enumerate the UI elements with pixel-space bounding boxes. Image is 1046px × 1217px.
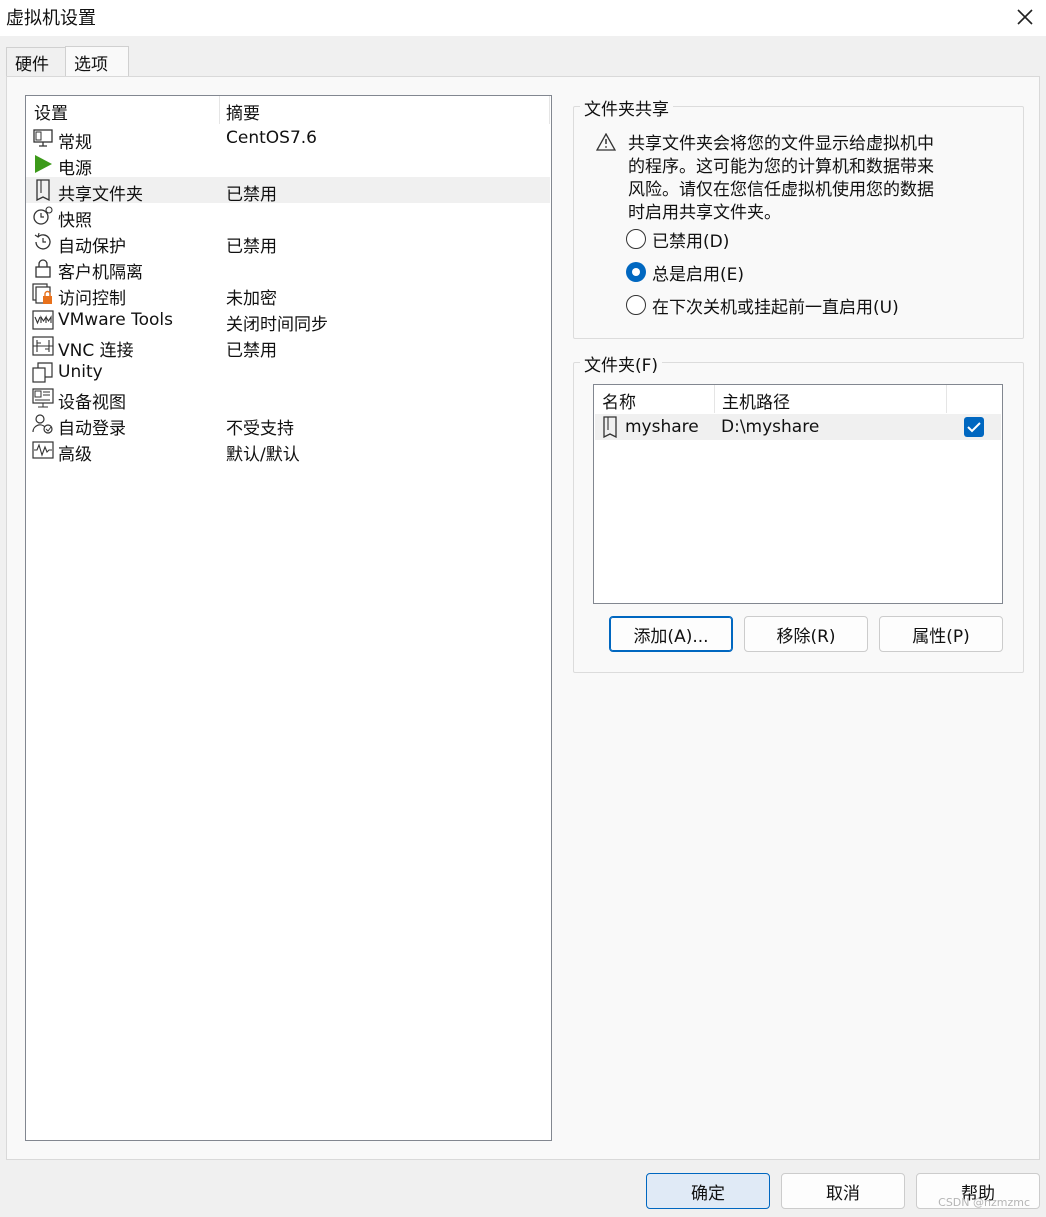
setting-label: 自动登录 bbox=[58, 419, 126, 439]
setting-label: VNC 连接 bbox=[58, 341, 134, 361]
setting-label: 常规 bbox=[58, 133, 92, 153]
cancel-button[interactable]: 取消 bbox=[781, 1173, 905, 1209]
radio-label: 在下次关机或挂起前一直启用(U) bbox=[652, 297, 899, 318]
snapshot-clock-icon bbox=[32, 205, 54, 227]
radio-always-enabled[interactable]: 总是启用(E) bbox=[626, 260, 745, 285]
radio-circle bbox=[626, 229, 646, 249]
setting-summary: 未加密 bbox=[226, 289, 277, 309]
radio-label: 总是启用(E) bbox=[652, 264, 745, 285]
unity-icon bbox=[32, 361, 54, 383]
folder-sharing-title: 文件夹共享 bbox=[580, 95, 673, 120]
autoprotect-clock-icon bbox=[32, 231, 54, 253]
setting-summary: 关闭时间同步 bbox=[226, 315, 328, 335]
settings-row-shared-folders[interactable]: 共享文件夹 已禁用 bbox=[26, 177, 550, 205]
setting-label: 访问控制 bbox=[58, 289, 126, 309]
autologin-users-icon bbox=[32, 413, 54, 435]
radio-disabled[interactable]: 已禁用(D) bbox=[626, 227, 730, 252]
options-panel: 设置 摘要 常规 CentOS7.6 电源 共享文件夹 已禁用 快照 自动保护 … bbox=[6, 76, 1040, 1160]
warning-icon bbox=[595, 132, 617, 156]
play-icon bbox=[32, 153, 54, 175]
lock-icon bbox=[32, 257, 54, 279]
settings-row-access-control[interactable]: 访问控制 未加密 bbox=[26, 281, 550, 309]
checkmark-icon bbox=[967, 422, 981, 433]
settings-row-advanced[interactable]: 高级 默认/默认 bbox=[26, 437, 550, 465]
window-title: 虚拟机设置 bbox=[6, 8, 96, 29]
advanced-waveform-icon bbox=[32, 439, 54, 461]
radio-label: 已禁用(D) bbox=[652, 231, 730, 252]
settings-row-unity[interactable]: Unity bbox=[26, 359, 550, 385]
remove-folder-button[interactable]: 移除(R) bbox=[744, 616, 868, 652]
setting-label: 电源 bbox=[58, 159, 92, 179]
setting-summary: 不受支持 bbox=[226, 419, 294, 439]
settings-list[interactable]: 设置 摘要 常规 CentOS7.6 电源 共享文件夹 已禁用 快照 自动保护 … bbox=[25, 95, 552, 1141]
column-header-host-path[interactable]: 主机路径 bbox=[722, 388, 790, 413]
close-button[interactable] bbox=[1010, 2, 1040, 32]
watermark-text: CSDN @nzmzmc bbox=[938, 1196, 1030, 1209]
folder-row[interactable]: myshare D:\myshare bbox=[595, 414, 1001, 440]
setting-summary: 默认/默认 bbox=[226, 445, 300, 465]
add-folder-button[interactable]: 添加(A)... bbox=[609, 616, 733, 652]
settings-row-vmware-tools[interactable]: VMware Tools 关闭时间同步 bbox=[26, 307, 550, 335]
setting-summary: 已禁用 bbox=[226, 185, 277, 205]
folder-properties-button[interactable]: 属性(P) bbox=[879, 616, 1003, 652]
radio-circle bbox=[626, 295, 646, 315]
setting-summary: CentOS7.6 bbox=[226, 128, 317, 148]
setting-label: 共享文件夹 bbox=[58, 185, 143, 205]
access-control-lock-icon bbox=[32, 283, 54, 305]
settings-row-snapshots[interactable]: 快照 bbox=[26, 203, 550, 231]
shared-folder-icon bbox=[601, 416, 619, 443]
title-bar: 虚拟机设置 bbox=[0, 0, 1046, 36]
settings-row-general[interactable]: 常规 CentOS7.6 bbox=[26, 125, 550, 153]
ok-button[interactable]: 确定 bbox=[646, 1173, 770, 1209]
settings-row-autologin[interactable]: 自动登录 不受支持 bbox=[26, 411, 550, 439]
settings-row-vnc[interactable]: VNC 连接 已禁用 bbox=[26, 333, 550, 361]
setting-summary: 已禁用 bbox=[226, 341, 277, 361]
settings-list-header: 设置 摘要 bbox=[26, 96, 551, 124]
column-header-summary[interactable]: 摘要 bbox=[226, 99, 260, 124]
vnc-icon bbox=[32, 335, 54, 357]
setting-label: 自动保护 bbox=[58, 237, 126, 257]
shared-folder-icon bbox=[32, 179, 54, 201]
setting-label: 客户机隔离 bbox=[58, 263, 143, 283]
column-header-setting[interactable]: 设置 bbox=[34, 99, 68, 124]
folder-sharing-group: 文件夹共享 共享文件夹会将您的文件显示给虚拟机中的程序。这可能为您的计算机和数据… bbox=[573, 95, 1024, 339]
radio-until-poweroff[interactable]: 在下次关机或挂起前一直启用(U) bbox=[626, 293, 899, 318]
tab-options[interactable]: 选项 bbox=[65, 46, 129, 77]
folder-name: myshare bbox=[625, 417, 699, 437]
folder-list[interactable]: 名称 主机路径 myshare D:\myshare bbox=[593, 384, 1003, 604]
close-icon bbox=[1017, 9, 1033, 25]
setting-label: 设备视图 bbox=[58, 393, 126, 413]
vm-logo-icon bbox=[32, 309, 54, 331]
setting-label: VMware Tools bbox=[58, 310, 173, 330]
settings-row-power[interactable]: 电源 bbox=[26, 151, 550, 179]
settings-row-isolation[interactable]: 客户机隔离 bbox=[26, 255, 550, 283]
settings-row-appliance-view[interactable]: 设备视图 bbox=[26, 385, 550, 413]
sharing-warning-text: 共享文件夹会将您的文件显示给虚拟机中的程序。这可能为您的计算机和数据带来风险。请… bbox=[628, 134, 934, 223]
radio-circle-selected bbox=[626, 262, 646, 282]
appliance-view-icon bbox=[32, 387, 54, 409]
setting-label: 快照 bbox=[58, 211, 92, 231]
tab-hardware[interactable]: 硬件 bbox=[6, 47, 66, 77]
settings-row-autoprotect[interactable]: 自动保护 已禁用 bbox=[26, 229, 550, 257]
column-header-name[interactable]: 名称 bbox=[602, 388, 636, 413]
folders-title: 文件夹(F) bbox=[580, 351, 663, 376]
monitor-icon bbox=[32, 127, 54, 149]
setting-label: 高级 bbox=[58, 445, 92, 465]
setting-summary: 已禁用 bbox=[226, 237, 277, 257]
folder-enabled-checkbox[interactable] bbox=[964, 417, 984, 437]
setting-label: Unity bbox=[58, 362, 103, 382]
folders-group: 文件夹(F) 名称 主机路径 myshare D:\myshare 添加(A).… bbox=[573, 351, 1024, 673]
folder-host-path: D:\myshare bbox=[721, 417, 820, 437]
